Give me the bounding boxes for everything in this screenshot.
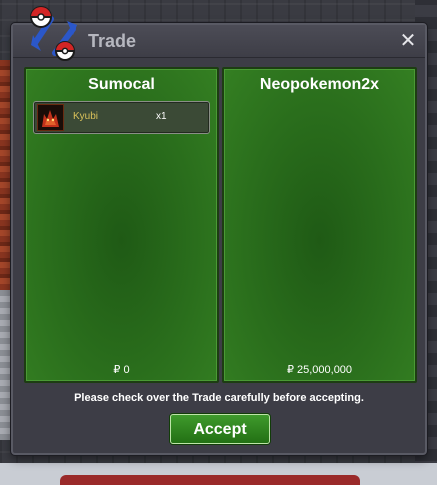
player-name: Sumocal: [88, 76, 155, 93]
money-offer: ₽ 0: [113, 364, 130, 376]
my-offer-panel: Sumocal Kyubi x1 ₽ 0: [24, 67, 219, 383]
trade-window: Trade ✕ Sumocal Kyubi x1 ₽ 0 Neopokemon2…: [11, 6, 427, 455]
close-icon[interactable]: ✕: [397, 29, 419, 51]
accept-button[interactable]: Accept: [170, 414, 270, 444]
kyubi-sprite-icon: [37, 104, 64, 131]
item-quantity: x1: [156, 111, 167, 122]
item-name: Kyubi: [73, 111, 99, 122]
window-title: Trade: [88, 31, 137, 51]
partner-name: Neopokemon2x: [259, 76, 380, 93]
trade-item-slot[interactable]: Kyubi x1: [33, 101, 210, 134]
partner-offer-panel: Neopokemon2x ₽ 25,000,000: [222, 67, 417, 383]
partner-money-offer: ₽ 25,000,000: [286, 364, 353, 376]
trade-notice: Please check over the Trade carefully be…: [74, 392, 364, 404]
trade-pokeball-swap-icon: [30, 6, 77, 61]
red-object: [60, 475, 360, 485]
